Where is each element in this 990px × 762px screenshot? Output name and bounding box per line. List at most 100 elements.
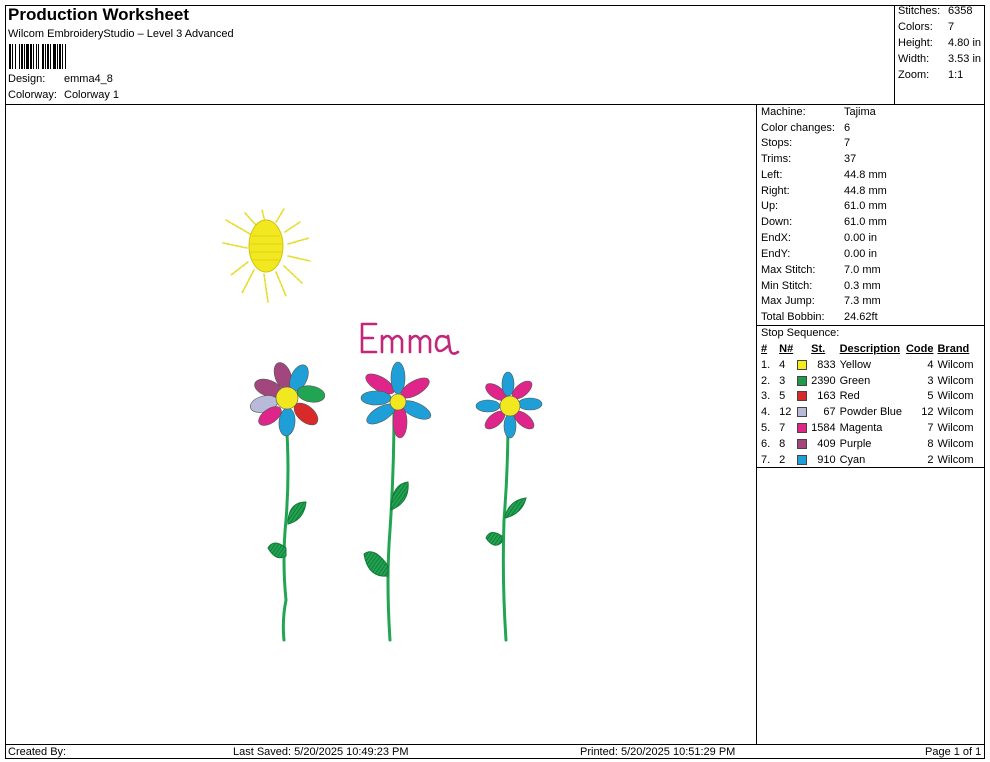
color-swatch [797,391,808,402]
cell-brand: Wilcom [937,358,974,371]
col-code: Code [905,343,934,355]
needle-number: 4 [779,358,786,371]
cell-brand: Wilcom [937,390,974,403]
machine-key: Color changes: [761,122,835,134]
leaves [267,481,527,577]
table-header-row: # N# St. Description Code Brand [758,342,976,358]
cell-stitches: 1584 [811,421,836,434]
color-swatch [797,359,808,370]
flower-stems [281,410,510,642]
machine-value: 0.3 mm [844,280,881,292]
cell-description: Purple [839,437,872,450]
colors-value: 7 [948,21,955,33]
machine-value: 44.8 mm [844,185,887,197]
machine-key: Max Stitch: [761,264,816,276]
cell-code: 5 [927,390,934,403]
footer-last-saved: Last Saved: 5/20/2025 10:49:23 PM [233,746,409,758]
col-description: Description [839,343,901,355]
machine-value: 24.62ft [844,311,878,323]
cell-needle: 3 [777,374,809,390]
stop-sequence-title: Stop Sequence: [761,327,840,339]
summary-divider [894,5,895,104]
machine-key: Total Bobbin: [761,311,825,323]
machine-key: Stops: [761,137,793,149]
flower-3 [475,371,543,439]
cell-needle: 5 [777,389,809,405]
needle-number: 8 [779,437,786,450]
cell-brand: Wilcom [937,453,974,466]
machine-key: Right: [761,185,790,197]
stop-sequence-table: # N# St. Description Code Brand 1. 4 833 Ye… [758,342,976,468]
col-index: # [761,343,768,355]
cell-code: 4 [927,358,934,371]
table-row: 3. 5 163 Red 5 Wilcom [758,389,976,405]
barcode [9,44,66,69]
cell-description: Cyan [839,453,866,466]
machine-value: 44.8 mm [844,169,887,181]
cell-needle: 4 [777,358,809,374]
cell-stitches: 67 [823,406,836,419]
color-swatch [797,438,808,449]
name-lettering [360,322,460,355]
cell-stitches: 163 [817,390,836,403]
cell-needle: 8 [777,437,809,453]
flower-1 [250,362,326,437]
needle-number: 3 [779,374,786,387]
cell-brand: Wilcom [937,421,974,434]
machine-value: 61.0 mm [844,200,887,212]
stop-sequence-divider [756,325,985,326]
machine-key: Machine: [761,106,806,118]
needle-number: 5 [779,390,786,403]
machine-key: Trims: [761,153,792,165]
cell-index: 4. [761,406,771,419]
col-needle: N# [779,343,794,355]
col-brand: Brand [937,343,970,355]
height-value: 4.80 in [948,37,982,49]
color-swatch [797,423,808,434]
software-name: Wilcom EmbroideryStudio – Level 3 Advanc… [8,28,234,40]
needle-number: 2 [779,453,786,466]
cell-code: 7 [927,421,934,434]
cell-index: 6. [761,437,771,450]
table-row: 7. 2 910 Cyan 2 Wilcom [758,453,976,469]
machine-key: EndX: [761,232,791,244]
machine-value: Tajima [844,106,876,118]
table-row: 5. 7 1584 Magenta 7 Wilcom [758,421,976,437]
machine-value: 7.0 mm [844,264,881,276]
cell-index: 1. [761,358,771,371]
needle-number: 12 [779,406,792,419]
stitches-label: Stitches: [898,5,941,17]
machine-key: Left: [761,169,783,181]
width-label: Width: [898,53,930,65]
table-row: 2. 3 2390 Green 3 Wilcom [758,374,976,390]
side-panel-divider [756,104,757,744]
needle-number: 7 [779,421,786,434]
footer-divider [5,744,985,745]
cell-description: Powder Blue [839,406,902,419]
zoom-value: 1:1 [948,69,964,81]
cell-stitches: 2390 [811,374,836,387]
cell-code: 12 [921,406,934,419]
machine-key: EndY: [761,248,791,260]
machine-key: Down: [761,216,793,228]
col-stitches: St. [811,343,826,355]
zoom-label: Zoom: [898,69,930,81]
footer-printed: Printed: 5/20/2025 10:51:29 PM [580,746,736,758]
cell-brand: Wilcom [937,406,974,419]
machine-value: 7.3 mm [844,295,881,307]
stitches-value: 6358 [948,5,973,17]
sun-motif [222,208,311,303]
cell-brand: Wilcom [937,374,974,387]
machine-value: 0.00 in [844,248,878,260]
table-row: 6. 8 409 Purple 8 Wilcom [758,437,976,453]
machine-key: Min Stitch: [761,280,813,292]
width-value: 3.53 in [948,53,982,65]
cell-index: 7. [761,453,771,466]
cell-stitches: 910 [817,453,836,466]
height-label: Height: [898,37,933,49]
design-preview [222,208,543,642]
page-title: Production Worksheet [8,5,190,24]
cell-needle: 12 [777,405,809,421]
machine-key: Up: [761,200,779,212]
cell-code: 3 [927,374,934,387]
